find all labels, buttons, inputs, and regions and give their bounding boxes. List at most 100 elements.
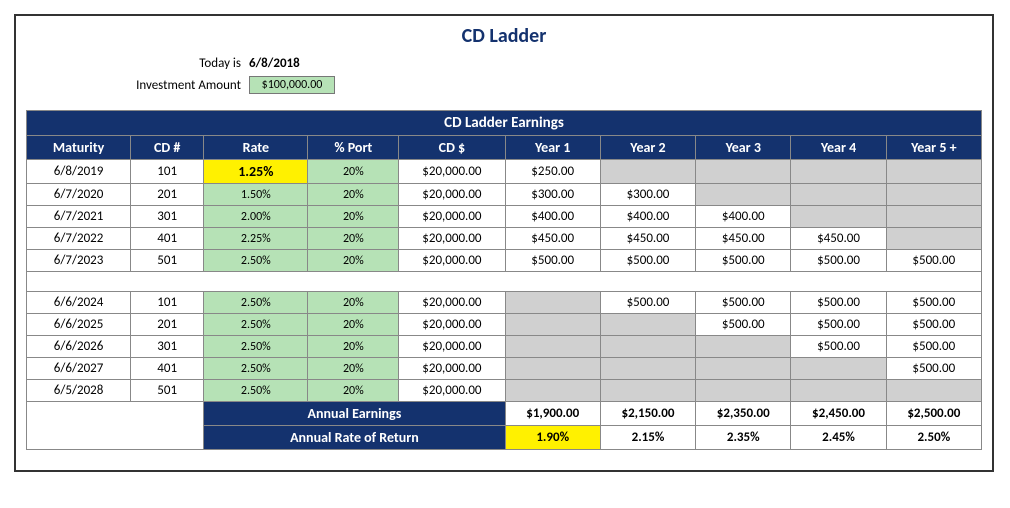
table-row: 6/8/20191011.25%20%$20,000.00$250.00 <box>27 160 982 184</box>
column-header: Year 3 <box>696 136 791 160</box>
cd-number-cell: 401 <box>131 358 204 380</box>
cd-number-cell: 101 <box>131 292 204 314</box>
maturity-cell: 6/7/2023 <box>27 250 131 272</box>
year5-cell: $500.00 <box>886 292 981 314</box>
table-row: 6/6/20263012.50%20%$20,000.00$500.00$500… <box>27 336 982 358</box>
maturity-cell: 6/6/2026 <box>27 336 131 358</box>
annual-ror-y4: 2.45% <box>791 426 886 450</box>
footer-blank <box>27 402 204 450</box>
year3-cell: $500.00 <box>696 292 791 314</box>
year1-cell <box>505 336 600 358</box>
column-header: Rate <box>204 136 308 160</box>
year4-cell: $500.00 <box>791 336 886 358</box>
table-row: 6/7/20202011.50%20%$20,000.00$300.00$300… <box>27 184 982 206</box>
investment-label: Investment Amount <box>96 78 249 93</box>
annual-earnings-y2: $2,150.00 <box>600 402 695 426</box>
annual-ror-y5: 2.50% <box>886 426 981 450</box>
year1-cell: $250.00 <box>505 160 600 184</box>
table-row: 6/6/20241012.50%20%$20,000.00$500.00$500… <box>27 292 982 314</box>
annual-earnings-y3: $2,350.00 <box>696 402 791 426</box>
year1-cell <box>505 380 600 402</box>
year2-cell <box>600 314 695 336</box>
column-header: Year 5 + <box>886 136 981 160</box>
annual-ror-y1: 1.90% <box>505 426 600 450</box>
amount-cell: $20,000.00 <box>399 184 505 206</box>
table-row: 6/6/20252012.50%20%$20,000.00$500.00$500… <box>27 314 982 336</box>
year2-cell: $500.00 <box>600 292 695 314</box>
year1-cell <box>505 358 600 380</box>
year4-cell <box>791 358 886 380</box>
year4-cell <box>791 160 886 184</box>
year1-cell <box>505 292 600 314</box>
port-cell: 20% <box>308 250 399 272</box>
amount-cell: $20,000.00 <box>399 380 505 402</box>
amount-cell: $20,000.00 <box>399 250 505 272</box>
year3-cell <box>696 160 791 184</box>
maturity-cell: 6/6/2027 <box>27 358 131 380</box>
rate-cell: 2.50% <box>204 292 308 314</box>
year2-cell: $300.00 <box>600 184 695 206</box>
year3-cell: $450.00 <box>696 228 791 250</box>
rate-cell: 1.25% <box>204 160 308 184</box>
annual-ror-y3: 2.35% <box>696 426 791 450</box>
year3-cell: $500.00 <box>696 250 791 272</box>
port-cell: 20% <box>308 292 399 314</box>
year5-cell <box>886 380 981 402</box>
year5-cell <box>886 160 981 184</box>
year3-cell <box>696 336 791 358</box>
column-header: Year 1 <box>505 136 600 160</box>
rate-cell: 1.50% <box>204 184 308 206</box>
section-title: CD Ladder Earnings <box>27 111 982 136</box>
rate-cell: 2.00% <box>204 206 308 228</box>
port-cell: 20% <box>308 358 399 380</box>
column-header: CD $ <box>399 136 505 160</box>
year2-cell <box>600 160 695 184</box>
column-header: Year 2 <box>600 136 695 160</box>
today-label: Today is <box>96 56 249 71</box>
column-header: Maturity <box>27 136 131 160</box>
cd-number-cell: 401 <box>131 228 204 250</box>
amount-cell: $20,000.00 <box>399 336 505 358</box>
port-cell: 20% <box>308 380 399 402</box>
cd-number-cell: 101 <box>131 160 204 184</box>
cd-number-cell: 301 <box>131 336 204 358</box>
column-header: % Port <box>308 136 399 160</box>
today-value: 6/8/2018 <box>249 56 300 71</box>
year4-cell: $500.00 <box>791 250 886 272</box>
investment-input[interactable] <box>249 76 335 94</box>
amount-cell: $20,000.00 <box>399 228 505 250</box>
maturity-cell: 6/7/2020 <box>27 184 131 206</box>
annual-earnings-y5: $2,500.00 <box>886 402 981 426</box>
top-info: Today is 6/8/2018 Investment Amount <box>96 52 982 96</box>
year2-cell: $500.00 <box>600 250 695 272</box>
year5-cell <box>886 206 981 228</box>
amount-cell: $20,000.00 <box>399 206 505 228</box>
rate-cell: 2.50% <box>204 336 308 358</box>
year1-cell: $450.00 <box>505 228 600 250</box>
year4-cell: $450.00 <box>791 228 886 250</box>
year4-cell <box>791 380 886 402</box>
amount-cell: $20,000.00 <box>399 358 505 380</box>
port-cell: 20% <box>308 228 399 250</box>
rate-cell: 2.50% <box>204 250 308 272</box>
maturity-cell: 6/8/2019 <box>27 160 131 184</box>
column-header: CD # <box>131 136 204 160</box>
table-row: 6/7/20213012.00%20%$20,000.00$400.00$400… <box>27 206 982 228</box>
maturity-cell: 6/6/2024 <box>27 292 131 314</box>
maturity-cell: 6/6/2025 <box>27 314 131 336</box>
year4-cell <box>791 206 886 228</box>
year3-cell: $400.00 <box>696 206 791 228</box>
rate-cell: 2.50% <box>204 358 308 380</box>
port-cell: 20% <box>308 206 399 228</box>
port-cell: 20% <box>308 184 399 206</box>
annual-earnings-y1: $1,900.00 <box>505 402 600 426</box>
year3-cell: $500.00 <box>696 314 791 336</box>
year2-cell <box>600 380 695 402</box>
year1-cell: $400.00 <box>505 206 600 228</box>
year2-cell: $450.00 <box>600 228 695 250</box>
port-cell: 20% <box>308 314 399 336</box>
maturity-cell: 6/7/2021 <box>27 206 131 228</box>
table-row: 6/7/20235012.50%20%$20,000.00$500.00$500… <box>27 250 982 272</box>
year5-cell: $500.00 <box>886 250 981 272</box>
year3-cell <box>696 380 791 402</box>
